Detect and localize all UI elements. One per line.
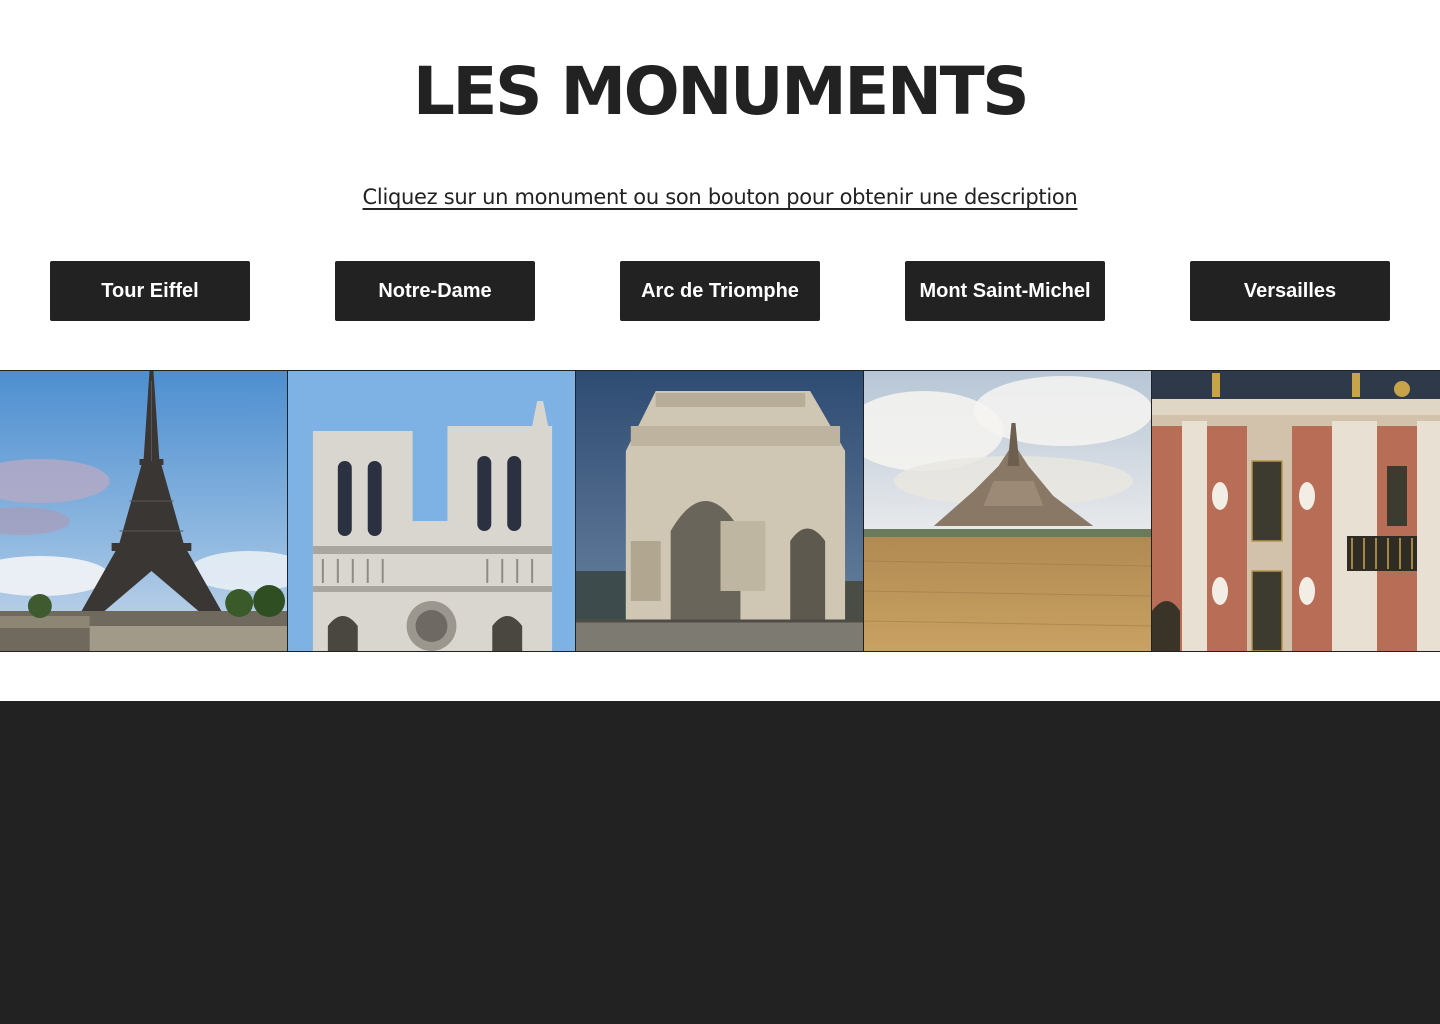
monument-button-bar: Tour Eiffel Notre-Dame Arc de Triomphe M… (0, 261, 1440, 321)
page-title: LES MONUMENTS (412, 53, 1030, 130)
arc-de-triomphe-button[interactable]: Arc de Triomphe (620, 261, 820, 321)
versailles-button[interactable]: Versailles (1190, 261, 1390, 321)
tour-eiffel-button[interactable]: Tour Eiffel (50, 261, 250, 321)
mont-saint-michel-photo[interactable] (864, 371, 1152, 651)
arc-de-triomphe-photo[interactable] (576, 371, 864, 651)
notre-dame-photo[interactable] (288, 371, 576, 651)
mont-saint-michel-button[interactable]: Mont Saint-Michel (905, 261, 1105, 321)
page-instructions: Cliquez sur un monument ou son bouton po… (0, 182, 1440, 212)
versailles-photo[interactable] (1152, 371, 1440, 651)
instructions-text: Cliquez sur un monument ou son bouton po… (362, 185, 1078, 209)
monument-gallery (0, 370, 1440, 652)
page-footer (0, 701, 1440, 1024)
eiffel-tower-photo[interactable] (0, 371, 288, 651)
notre-dame-button[interactable]: Notre-Dame (335, 261, 535, 321)
